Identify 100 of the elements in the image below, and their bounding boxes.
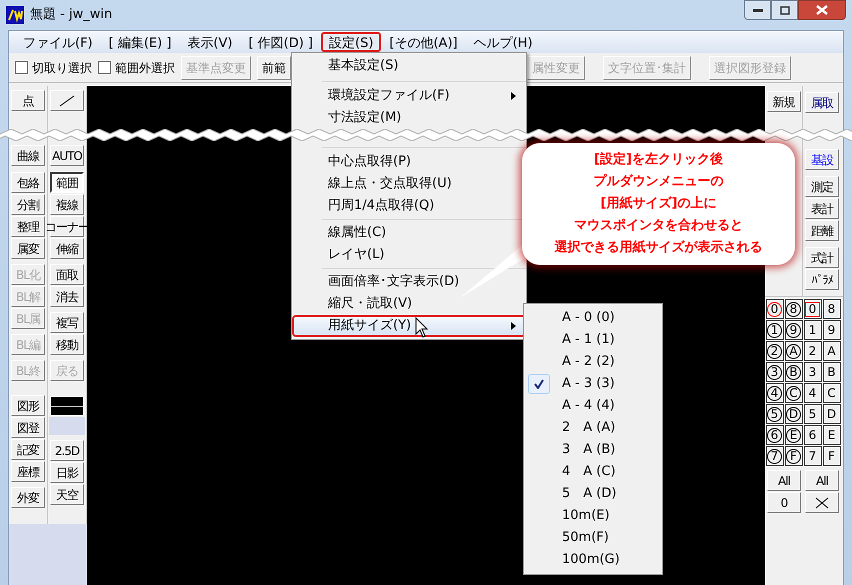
- tool-button[interactable]: 分割: [11, 194, 45, 215]
- menu-entry[interactable]: 線属性(C): [292, 222, 526, 244]
- layer-group-button[interactable]: B: [784, 362, 802, 382]
- menu-item[interactable]: 設定(S): [321, 32, 382, 52]
- tool-button[interactable]: 新規: [766, 91, 800, 112]
- tool-button[interactable]: 面取: [50, 264, 84, 285]
- tool-button[interactable]: 曲線: [11, 145, 45, 166]
- tool-button[interactable]: 日影: [50, 462, 84, 483]
- toolbar-button[interactable]: 前範: [257, 56, 291, 80]
- layer-group-button[interactable]: 9: [784, 320, 802, 340]
- layer-group-button[interactable]: A: [784, 341, 802, 361]
- layer-group-button[interactable]: 0: [766, 299, 784, 319]
- tool-button[interactable]: 点: [11, 90, 45, 111]
- tool-button[interactable]: 距離: [805, 220, 839, 241]
- submenu-entry[interactable]: 4 A (C): [524, 461, 662, 483]
- tool-button[interactable]: 範囲: [50, 172, 84, 193]
- layer-group-button[interactable]: 3: [766, 362, 784, 382]
- tool-button[interactable]: AUTO: [50, 145, 84, 166]
- layer-button[interactable]: 1: [804, 320, 822, 340]
- menu-entry[interactable]: 円周1/4点取得(Q): [292, 195, 526, 217]
- submenu-entry[interactable]: A - 2 (2): [524, 351, 662, 373]
- menu-entry[interactable]: 寸法設定(M): [292, 107, 526, 129]
- menu-entry[interactable]: 基本設定(S): [292, 55, 526, 77]
- tool-button[interactable]: 記変: [11, 439, 45, 460]
- layer-group-button[interactable]: D: [784, 404, 802, 424]
- tool-button[interactable]: 消去: [50, 286, 84, 307]
- tool-button[interactable]: 伸縮: [50, 238, 84, 259]
- tool-button[interactable]: 天空: [50, 484, 84, 505]
- layer-button[interactable]: 9: [822, 320, 840, 340]
- layer-button[interactable]: D: [822, 404, 840, 424]
- menu-item[interactable]: [ 編集(E) ]: [100, 32, 180, 52]
- menu-entry[interactable]: 画面倍率･文字表示(D): [292, 271, 526, 293]
- checkbox[interactable]: [98, 61, 111, 74]
- layer-button[interactable]: F: [822, 446, 840, 466]
- tool-button[interactable]: 整理: [11, 216, 45, 237]
- tool-button[interactable]: 座標: [11, 461, 45, 482]
- tool-button[interactable]: 図登: [11, 417, 45, 438]
- tool-button[interactable]: All: [805, 470, 839, 491]
- tool-button[interactable]: 複写: [50, 312, 84, 333]
- submenu-entry[interactable]: 2 A (A): [524, 417, 662, 439]
- tool-button[interactable]: All: [767, 470, 801, 491]
- maximize-button[interactable]: [771, 0, 798, 20]
- layer-group-button[interactable]: 2: [766, 341, 784, 361]
- layer-group-button[interactable]: 7: [766, 446, 784, 466]
- layer-button[interactable]: B: [822, 362, 840, 382]
- layer-button[interactable]: 6: [804, 425, 822, 445]
- tool-button[interactable]: 複線: [50, 194, 84, 215]
- tool-button[interactable]: 基設: [805, 149, 839, 170]
- menu-item[interactable]: ヘルプ(H): [466, 32, 541, 52]
- submenu-entry[interactable]: A - 1 (1): [524, 329, 662, 351]
- menu-item[interactable]: ファイル(F): [15, 32, 101, 52]
- tool-button[interactable]: 属変: [11, 238, 45, 259]
- submenu-entry[interactable]: 3 A (B): [524, 439, 662, 461]
- menu-entry[interactable]: 用紙サイズ(Y): [292, 315, 526, 337]
- layer-group-button[interactable]: 6: [766, 425, 784, 445]
- submenu-entry[interactable]: 5 A (D): [524, 483, 662, 505]
- layer-group-button[interactable]: 1: [766, 320, 784, 340]
- layer-button[interactable]: 5: [804, 404, 822, 424]
- submenu-entry[interactable]: 100m(G): [524, 549, 662, 571]
- tool-button[interactable]: ﾊﾟﾗﾒ: [805, 269, 839, 290]
- tool-button[interactable]: 属取: [805, 92, 839, 113]
- layer-button[interactable]: A: [822, 341, 840, 361]
- layer-button[interactable]: 8: [822, 299, 840, 319]
- submenu-entry[interactable]: 10m(E): [524, 505, 662, 527]
- tool-button[interactable]: 2.5D: [50, 440, 84, 461]
- layer-button[interactable]: 2: [804, 341, 822, 361]
- menu-entry[interactable]: 中心点取得(P): [292, 151, 526, 173]
- menu-entry[interactable]: 環境設定ファイル(F): [292, 85, 526, 107]
- layer-button[interactable]: C: [822, 383, 840, 403]
- layer-button[interactable]: 4: [804, 383, 822, 403]
- line-tool-button[interactable]: [50, 90, 84, 111]
- clear-button[interactable]: [805, 492, 839, 513]
- checkbox[interactable]: [15, 61, 28, 74]
- layer-group-button[interactable]: C: [784, 383, 802, 403]
- layer-group-button[interactable]: 8: [784, 299, 802, 319]
- tool-button[interactable]: 移動: [50, 334, 84, 355]
- menu-entry[interactable]: 線上点・交点取得(U): [292, 173, 526, 195]
- submenu-entry[interactable]: A - 4 (4): [524, 395, 662, 417]
- submenu-entry[interactable]: 50m(F): [524, 527, 662, 549]
- menu-item[interactable]: 表示(V): [179, 32, 240, 52]
- layer-group-button[interactable]: F: [784, 446, 802, 466]
- tool-button[interactable]: 0: [767, 492, 801, 513]
- layer-group-button[interactable]: 5: [766, 404, 784, 424]
- menu-item[interactable]: [その他(A)]: [381, 32, 466, 52]
- layer-button[interactable]: 0: [804, 299, 822, 319]
- tool-button[interactable]: 表計: [805, 198, 839, 219]
- layer-button[interactable]: 3: [804, 362, 822, 382]
- layer-button[interactable]: E: [822, 425, 840, 445]
- tool-button[interactable]: 測定: [805, 176, 839, 197]
- menu-entry[interactable]: 縮尺・読取(V): [292, 293, 526, 315]
- layer-button[interactable]: 7: [804, 446, 822, 466]
- submenu-entry[interactable]: A - 0 (0): [524, 307, 662, 329]
- layer-group-button[interactable]: 4: [766, 383, 784, 403]
- tool-button[interactable]: 包絡: [11, 172, 45, 193]
- line-sample[interactable]: [49, 395, 85, 417]
- tool-button[interactable]: 式計: [805, 247, 839, 268]
- submenu-entry[interactable]: A - 3 (3): [524, 373, 662, 395]
- tool-button[interactable]: 外変: [11, 487, 45, 508]
- menu-item[interactable]: [ 作図(D) ]: [240, 32, 321, 52]
- tool-button[interactable]: 図形: [11, 395, 45, 416]
